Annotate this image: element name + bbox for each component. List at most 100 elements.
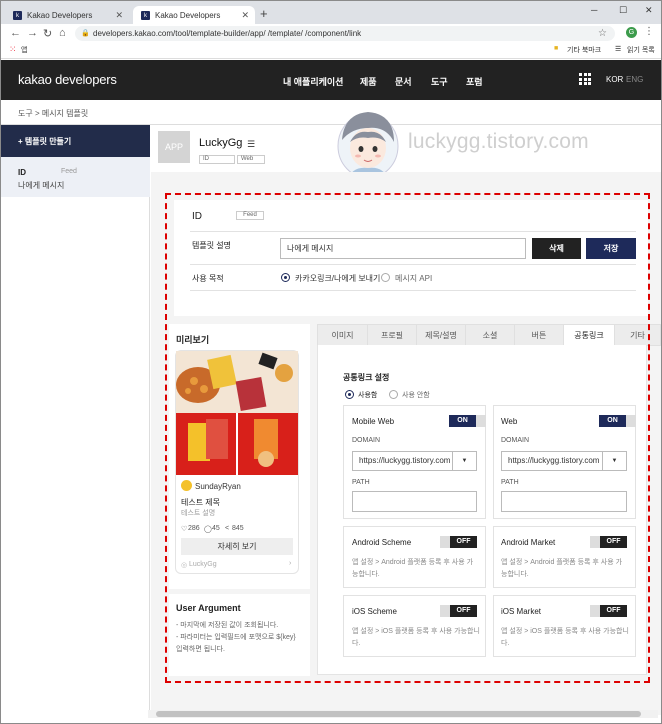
ios-market-title: iOS Market bbox=[501, 607, 542, 616]
add-template-button[interactable]: + 템플릿 만들기 bbox=[1, 125, 150, 157]
nav-my-apps[interactable]: 내 애플리케이션 bbox=[283, 75, 343, 88]
ios-market-toggle[interactable]: OFF bbox=[590, 605, 627, 617]
toggle-label: OFF bbox=[600, 536, 627, 548]
more-menu-icon[interactable]: ⋮ bbox=[644, 26, 654, 37]
purpose-label: 사용 목적 bbox=[192, 274, 224, 283]
lang-eng[interactable]: ENG bbox=[626, 75, 643, 84]
close-icon[interactable]: ✕ bbox=[115, 10, 123, 21]
android-market-title: Android Market bbox=[501, 538, 556, 547]
android-scheme-desc: 능합니다. bbox=[352, 571, 380, 578]
web-path-input[interactable] bbox=[501, 491, 627, 512]
url-field[interactable]: 🔒 developers.kakao.com/tool/template-bui… bbox=[75, 26, 615, 41]
mobile-web-path-input[interactable] bbox=[352, 491, 477, 512]
tab-image[interactable]: 이미지 bbox=[317, 324, 368, 346]
heart-icon: ♡ bbox=[181, 526, 188, 533]
home-icon[interactable]: ⌂ bbox=[59, 27, 66, 39]
divider bbox=[190, 290, 636, 291]
comment-icon: ◯ bbox=[204, 526, 212, 533]
android-market-desc: 앱 설정 > Android 플랫폼 등록 후 사용 가 bbox=[501, 559, 623, 566]
reload-icon[interactable]: ↻ bbox=[43, 27, 52, 40]
tab-button[interactable]: 버튼 bbox=[514, 324, 564, 346]
kakao-icon: ◎ bbox=[181, 562, 188, 569]
maximize-icon[interactable]: ☐ bbox=[619, 5, 627, 16]
chevron-down-icon: ▼ bbox=[602, 452, 626, 470]
divider bbox=[190, 264, 636, 265]
web-domain-select[interactable]: https://luckygg.tistory.com ▼ bbox=[501, 451, 627, 471]
close-window-icon[interactable]: ✕ bbox=[645, 5, 653, 16]
watermark-text: luckygg.tistory.com bbox=[408, 130, 589, 153]
folder-icon: ■ bbox=[554, 45, 559, 52]
kakao-favicon-icon: k bbox=[13, 11, 22, 20]
android-market-toggle[interactable]: OFF bbox=[590, 536, 627, 548]
reading-list[interactable]: 읽기 목록 bbox=[627, 45, 655, 55]
purpose-api-radio[interactable] bbox=[381, 273, 390, 282]
delete-button[interactable]: 삭제 bbox=[532, 238, 581, 259]
product-image bbox=[176, 351, 298, 475]
mobile-web-toggle[interactable]: ON bbox=[449, 415, 486, 427]
app-info-list-icon[interactable]: ☰ bbox=[247, 139, 255, 150]
domain-value: https://luckygg.tistory.com bbox=[359, 456, 451, 465]
web-toggle[interactable]: ON bbox=[599, 415, 636, 427]
close-icon[interactable]: ✕ bbox=[241, 10, 249, 21]
app-grid-icon[interactable] bbox=[579, 73, 591, 85]
tab-title-desc[interactable]: 제목/설명 bbox=[416, 324, 466, 346]
apps-grid-icon[interactable]: ⁙ bbox=[9, 44, 17, 55]
nav-docs[interactable]: 문서 bbox=[395, 75, 412, 88]
preview-user: SundayRyan bbox=[195, 482, 241, 491]
back-icon[interactable]: ← bbox=[10, 27, 21, 39]
watermark-mascot-icon bbox=[337, 112, 399, 180]
site-logo[interactable]: kakao developers bbox=[18, 72, 117, 87]
toggle-knob bbox=[590, 536, 600, 548]
bookmark-star-icon[interactable]: ☆ bbox=[598, 26, 607, 41]
preview-item-desc: 테스트 설명 bbox=[181, 510, 216, 517]
minimize-icon[interactable]: ─ bbox=[591, 5, 597, 15]
component-tabs: 이미지 프로필 제목/설명 소셜 버튼 공통링크 기타 bbox=[317, 324, 661, 346]
nav-products[interactable]: 제품 bbox=[360, 75, 377, 88]
user-argument-title: User Argument bbox=[176, 603, 241, 613]
ios-market-desc: 다. bbox=[501, 640, 510, 647]
tab-profile[interactable]: 프로필 bbox=[367, 324, 417, 346]
sidebar-template-item[interactable]: ID Feed 나에게 메시지 bbox=[1, 157, 150, 197]
description-input[interactable]: 나에게 메시지 bbox=[280, 238, 526, 259]
nav-forum[interactable]: 포럼 bbox=[466, 75, 483, 88]
tab-title: Kakao Developers bbox=[155, 11, 221, 20]
template-id: ID bbox=[18, 168, 26, 177]
forward-icon[interactable]: → bbox=[27, 27, 38, 39]
browser-tab[interactable]: k Kakao Developers ✕ bbox=[5, 6, 129, 25]
save-button[interactable]: 저장 bbox=[586, 238, 636, 259]
purpose-link-radio[interactable] bbox=[281, 273, 290, 282]
purpose-link-label: 카카오링크/나에게 보내기 bbox=[295, 274, 381, 283]
app-web-pill: Web bbox=[237, 155, 265, 164]
apps-bookmark[interactable]: 앱 bbox=[21, 45, 27, 55]
detail-button[interactable]: 자세히 보기 bbox=[181, 538, 293, 555]
use-radio[interactable] bbox=[345, 390, 354, 399]
ios-scheme-toggle[interactable]: OFF bbox=[440, 605, 477, 617]
chevron-down-icon: ▼ bbox=[452, 452, 476, 470]
lang-kor[interactable]: KOR bbox=[606, 75, 623, 84]
toggle-knob bbox=[590, 605, 600, 617]
user-argument-line: - 파라미터는 입력필드에 포맷으로 ${key} bbox=[176, 634, 296, 641]
tab-social[interactable]: 소셜 bbox=[465, 324, 515, 346]
nav-tools[interactable]: 도구 bbox=[431, 75, 448, 88]
android-scheme-toggle[interactable]: OFF bbox=[440, 536, 477, 548]
mobile-web-domain-select[interactable]: https://luckygg.tistory.com ▼ bbox=[352, 451, 477, 471]
use-label: 사용함 bbox=[358, 392, 378, 399]
bookmarks-bar: ⁙ 앱 ■ 기타 북마크 ☰ 읽기 목록 bbox=[1, 43, 661, 59]
other-bookmarks[interactable]: 기타 북마크 bbox=[567, 45, 601, 55]
app-name: LuckyGg bbox=[199, 137, 243, 149]
horizontal-scrollbar[interactable] bbox=[148, 710, 658, 718]
path-label: PATH bbox=[501, 479, 519, 486]
new-tab-button[interactable]: + bbox=[260, 6, 268, 21]
tab-common-link[interactable]: 공통링크 bbox=[563, 324, 615, 346]
toggle-label: OFF bbox=[450, 605, 477, 617]
profile-avatar[interactable]: G bbox=[626, 27, 637, 38]
not-use-radio[interactable] bbox=[389, 390, 398, 399]
browser-tab-active[interactable]: k Kakao Developers ✕ bbox=[133, 6, 255, 25]
domain-label: DOMAIN bbox=[501, 437, 529, 444]
user-argument-line: 입력하면 됩니다. bbox=[176, 646, 225, 653]
scrollbar-thumb[interactable] bbox=[156, 711, 641, 717]
template-subtitle: 나에게 메시지 bbox=[18, 181, 65, 190]
tab-etc[interactable]: 기타 bbox=[614, 324, 661, 346]
kakao-favicon-icon: k bbox=[141, 11, 150, 20]
site-header: kakao developers 내 애플리케이션 제품 문서 도구 포럼 KO… bbox=[1, 60, 661, 100]
